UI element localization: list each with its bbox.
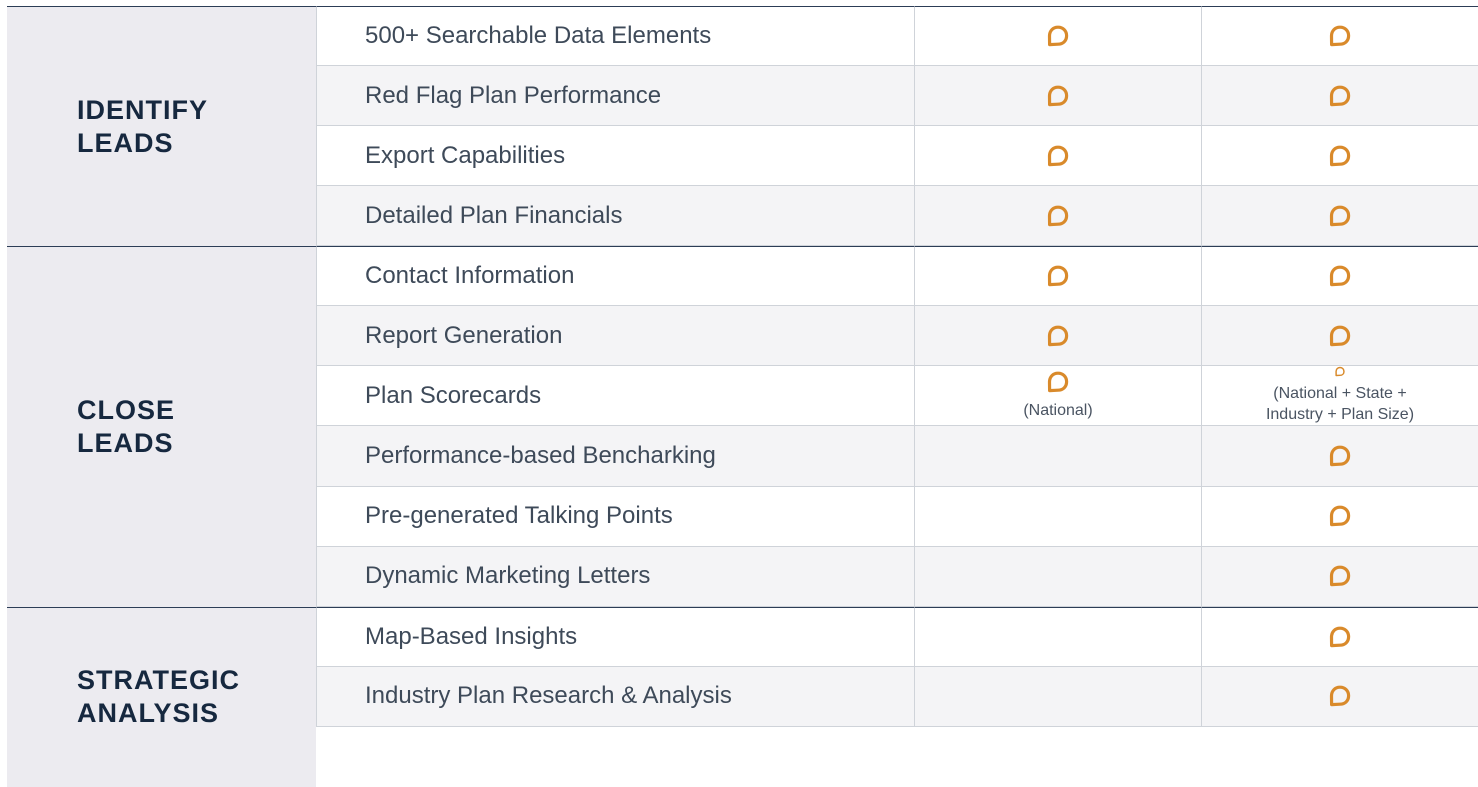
speech-bubble-icon <box>1047 372 1069 393</box>
feature-cell-col2 <box>1201 6 1478 67</box>
speech-bubble-icon <box>1047 25 1069 47</box>
speech-bubble-icon <box>1047 205 1069 226</box>
feature-cell-col2 <box>1201 606 1478 667</box>
feature-cell-col2: (National + State + Industry + Plan Size… <box>1201 366 1478 427</box>
feature-cell-col1 <box>914 546 1201 607</box>
feature-note: (National + State + Industry + Plan Size… <box>1265 385 1415 424</box>
feature-label: Performance-based Bencharking <box>316 426 914 487</box>
feature-cell-col1 <box>914 306 1201 367</box>
speech-bubble-icon <box>1329 445 1351 467</box>
feature-cell-col2 <box>1201 246 1478 307</box>
feature-cell-col1 <box>914 6 1201 67</box>
speech-bubble-icon <box>1329 25 1351 47</box>
feature-cell-col2 <box>1201 666 1478 727</box>
feature-cell-col2 <box>1201 486 1478 547</box>
feature-cell-col1 <box>914 486 1201 547</box>
speech-bubble-icon <box>1329 85 1351 106</box>
speech-bubble-icon <box>1329 685 1351 707</box>
speech-bubble-icon <box>1335 367 1345 377</box>
feature-cell-col1 <box>914 426 1201 487</box>
feature-cell-col1 <box>914 186 1201 247</box>
section-strategic-label: STRATEGIC ANALYSIS <box>7 606 316 787</box>
feature-cell-col2 <box>1201 186 1478 247</box>
speech-bubble-icon <box>1047 265 1069 287</box>
speech-bubble-icon <box>1329 325 1351 347</box>
feature-cell-col2 <box>1201 66 1478 127</box>
speech-bubble-icon <box>1329 265 1351 287</box>
feature-label: Plan Scorecards <box>316 366 914 427</box>
feature-label: Pre-generated Talking Points <box>316 486 914 547</box>
feature-label: Contact Information <box>316 246 914 307</box>
feature-cell-col2 <box>1201 546 1478 607</box>
feature-label: Map-Based Insights <box>316 606 914 667</box>
feature-label: Red Flag Plan Performance <box>316 66 914 127</box>
speech-bubble-icon <box>1329 145 1351 166</box>
speech-bubble-icon <box>1329 205 1351 226</box>
feature-cell-col1 <box>914 666 1201 727</box>
feature-comparison-table: IDENTIFY LEADS CLOSE LEADS STRATEGIC ANALY… <box>7 6 1478 787</box>
feature-label: Dynamic Marketing Letters <box>316 546 914 607</box>
section-identify-label: IDENTIFY LEADS <box>7 6 316 247</box>
speech-bubble-icon <box>1329 565 1351 587</box>
feature-cell-col1 <box>914 606 1201 667</box>
feature-cell-col1 <box>914 126 1201 187</box>
feature-note: (National) <box>1023 402 1093 420</box>
feature-cell-col1 <box>914 66 1201 127</box>
feature-cell-col2 <box>1201 306 1478 367</box>
feature-cell-col1: (National) <box>914 366 1201 427</box>
speech-bubble-icon <box>1047 145 1069 166</box>
section-close-label: CLOSE LEADS <box>7 246 316 607</box>
feature-cell-col2 <box>1201 426 1478 487</box>
speech-bubble-icon <box>1329 505 1351 527</box>
feature-label: Report Generation <box>316 306 914 367</box>
feature-label: Industry Plan Research & Analysis <box>316 666 914 727</box>
feature-label: 500+ Searchable Data Elements <box>316 6 914 67</box>
feature-label: Export Capabilities <box>316 126 914 187</box>
speech-bubble-icon <box>1047 85 1069 106</box>
speech-bubble-icon <box>1329 626 1351 647</box>
feature-cell-col2 <box>1201 126 1478 187</box>
feature-cell-col1 <box>914 246 1201 307</box>
speech-bubble-icon <box>1047 325 1069 347</box>
feature-label: Detailed Plan Financials <box>316 186 914 247</box>
